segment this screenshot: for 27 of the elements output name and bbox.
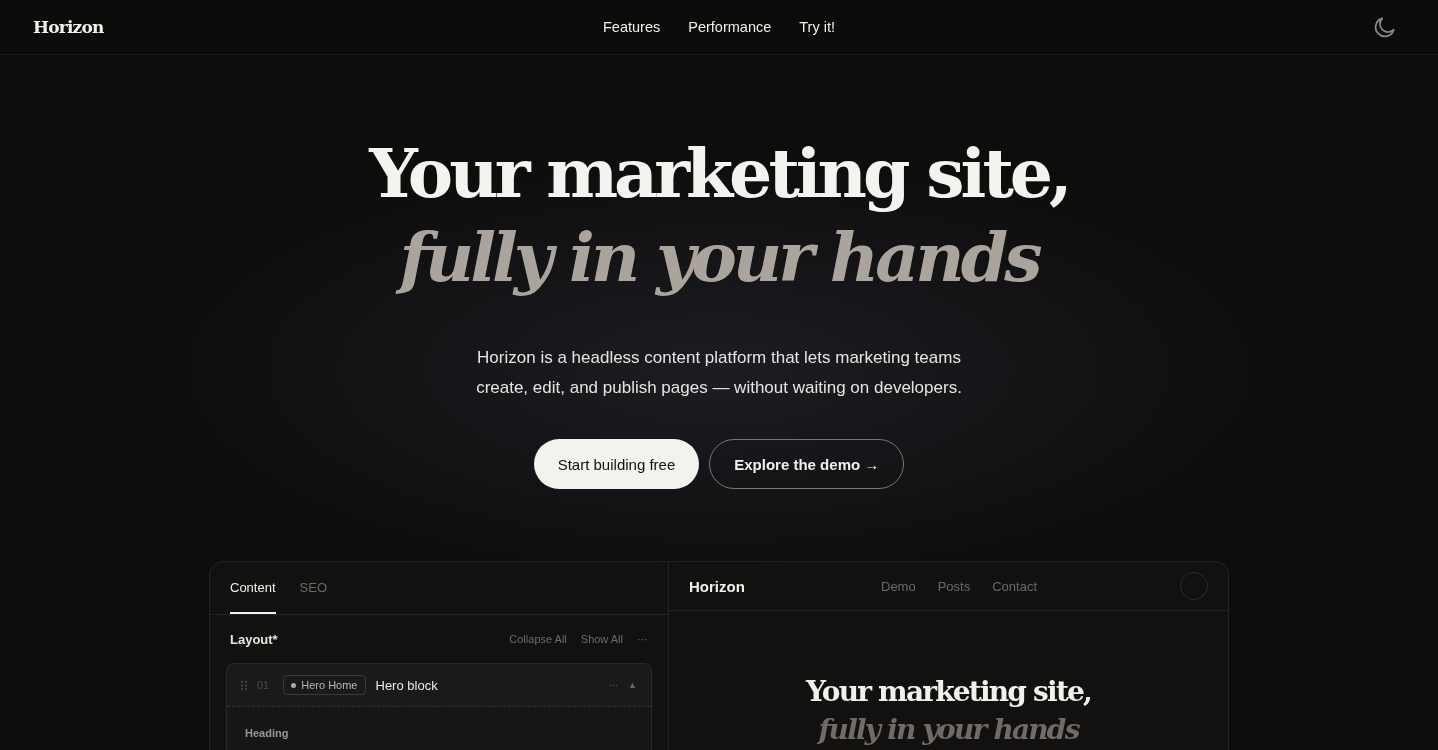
preview-nav-link[interactable]: Demo — [881, 578, 916, 594]
section-title: Layout* — [230, 631, 278, 647]
editor-tab[interactable]: Content — [230, 562, 276, 614]
editor-tab[interactable]: SEO — [299, 562, 327, 614]
nav-link[interactable]: Performance — [688, 19, 772, 35]
preview-nav-link[interactable]: Posts — [937, 578, 971, 594]
preview-brand: Horizon — [689, 577, 745, 595]
section-action[interactable]: Collapse All — [509, 633, 567, 645]
block-tag: Hero Home — [283, 675, 366, 695]
section-action[interactable]: ··· — [637, 633, 648, 645]
hero-description: Horizon is a headless content platform that lets marketing teams create, edit, and publish pages — without waiting on developers. — [475, 347, 963, 399]
nav-link[interactable]: Features — [603, 19, 661, 35]
preview-subheading: fully in your hands — [818, 712, 1079, 748]
hero-heading: Your marketing site, — [369, 132, 1069, 215]
block-title: Hero block — [375, 677, 439, 693]
moon-icon[interactable] — [1372, 14, 1398, 40]
block-menu-button[interactable]: ··· — [609, 680, 619, 690]
explore-demo-button[interactable]: Explore the demo → — [709, 439, 905, 489]
nav-link[interactable]: Try it! — [799, 19, 835, 35]
start-building-button[interactable]: Start building free — [533, 439, 700, 489]
drag-handle-icon[interactable] — [241, 680, 247, 690]
brand-logo[interactable]: Horizon — [33, 17, 104, 37]
section-action[interactable]: Show All — [580, 633, 623, 645]
preview-heading: Your marketing site, — [806, 674, 1091, 710]
field-label: Heading — [245, 727, 289, 739]
preview-nav-link[interactable]: Contact — [992, 578, 1037, 594]
collapse-button[interactable]: ▲ — [628, 680, 637, 690]
